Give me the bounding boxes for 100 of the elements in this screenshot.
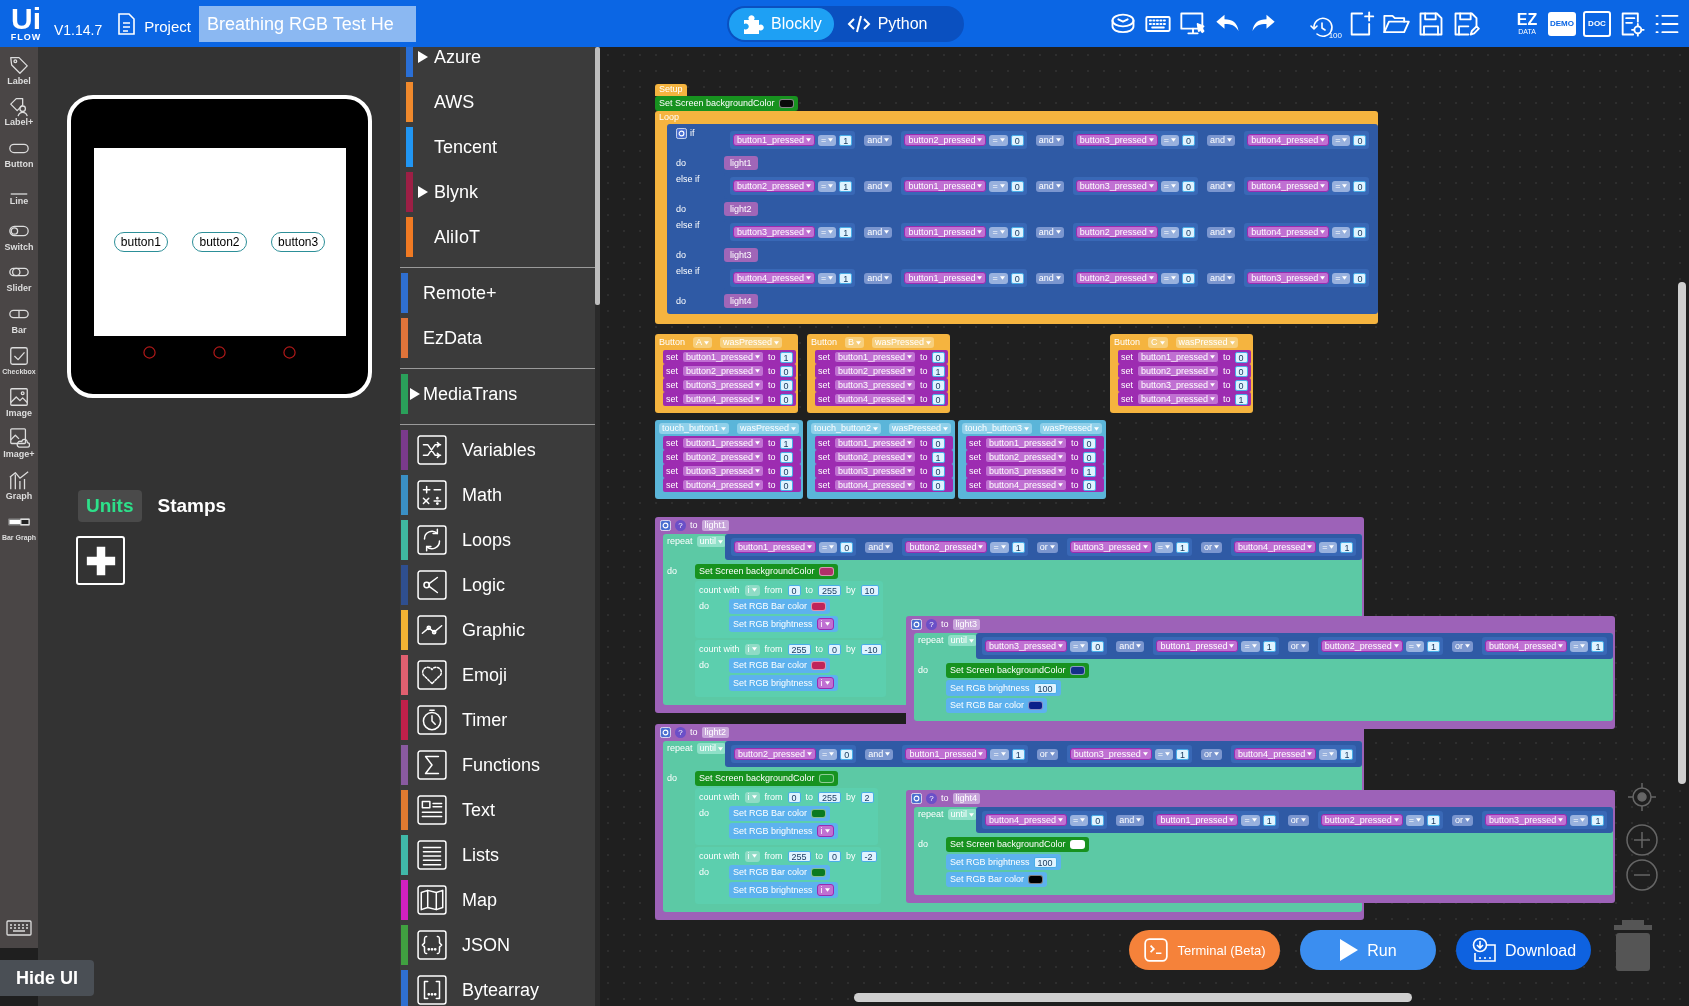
variable-block[interactable]: button1_pressed: [834, 437, 917, 449]
run-button[interactable]: Run: [1300, 930, 1436, 970]
gear-icon[interactable]: [911, 619, 922, 630]
color-swatch[interactable]: [811, 602, 827, 611]
logic-operator-dropdown[interactable]: and: [864, 180, 893, 192]
variable-block[interactable]: button2_pressed: [834, 451, 917, 463]
operator-dropdown[interactable]: =: [1405, 640, 1425, 652]
number-field[interactable]: 1: [1011, 748, 1025, 760]
number-field[interactable]: 1: [839, 226, 853, 238]
category-item[interactable]: Math: [400, 472, 595, 518]
number-field[interactable]: 0: [1082, 479, 1096, 491]
number-field[interactable]: 0: [1082, 451, 1096, 463]
logic-operator-dropdown[interactable]: and: [864, 226, 893, 238]
number-field[interactable]: 0: [779, 365, 793, 377]
operator-dropdown[interactable]: =: [1154, 748, 1174, 760]
number-field[interactable]: 0: [779, 393, 793, 405]
variable-block[interactable]: button3_pressed: [1075, 180, 1158, 192]
variable-block[interactable]: button4_pressed: [834, 479, 917, 491]
variable-block[interactable]: button2_pressed: [1320, 814, 1403, 826]
variable-block[interactable]: button4_pressed: [834, 393, 917, 405]
add-unit-button[interactable]: [76, 536, 125, 585]
number-field[interactable]: 1: [1262, 640, 1276, 652]
widget-tool[interactable]: Line: [0, 173, 38, 215]
widget-tool[interactable]: Button: [0, 132, 38, 174]
download-button[interactable]: Download: [1456, 930, 1591, 970]
category-item[interactable]: Bytearray: [400, 967, 595, 1006]
vertical-scrollbar[interactable]: [1678, 282, 1686, 784]
widget-tool[interactable]: Switch: [0, 215, 38, 257]
operator-dropdown[interactable]: =: [1160, 272, 1180, 284]
number-field[interactable]: -10: [860, 643, 882, 655]
operator-dropdown[interactable]: =: [989, 180, 1008, 192]
gear-icon[interactable]: [676, 128, 687, 139]
logic-operator-dropdown[interactable]: and: [1116, 814, 1145, 826]
number-field[interactable]: 0: [779, 379, 793, 391]
variable-block[interactable]: button3_pressed: [1247, 272, 1330, 284]
number-field[interactable]: 0: [1353, 272, 1367, 284]
number-field[interactable]: 0: [931, 479, 945, 491]
logic-operator-dropdown[interactable]: and: [1207, 180, 1236, 192]
logic-operator-dropdown[interactable]: and: [865, 748, 894, 760]
color-swatch[interactable]: [811, 868, 827, 877]
number-field[interactable]: 0: [1091, 814, 1105, 826]
variable-block[interactable]: button4_pressed: [1485, 640, 1568, 652]
operator-dropdown[interactable]: =: [1319, 541, 1338, 553]
variable-block[interactable]: button1_pressed: [905, 748, 988, 760]
widget-tool[interactable]: Image+: [0, 422, 38, 464]
logic-operator-dropdown[interactable]: and: [1207, 272, 1236, 284]
variable-block[interactable]: button1_pressed: [985, 437, 1068, 449]
operator-dropdown[interactable]: =: [819, 541, 838, 553]
event-dropdown[interactable]: wasPressed: [889, 423, 952, 434]
mode-tab[interactable]: Blockly: [729, 7, 834, 40]
operator-dropdown[interactable]: =: [1332, 180, 1351, 192]
category-item[interactable]: Lists: [400, 832, 595, 878]
operator-dropdown[interactable]: =: [1160, 134, 1180, 146]
variable-block[interactable]: button2_pressed: [1075, 226, 1158, 238]
variable-block[interactable]: button3_pressed: [1137, 379, 1220, 391]
variable-block[interactable]: button3_pressed: [682, 379, 765, 391]
expand-arrow-icon[interactable]: [418, 186, 428, 198]
operator-dropdown[interactable]: =: [1241, 814, 1260, 826]
operator-dropdown[interactable]: =: [989, 272, 1008, 284]
zoom-out-icon[interactable]: [1626, 859, 1658, 891]
scrollbar-thumb[interactable]: [595, 47, 600, 305]
number-field[interactable]: 1: [779, 351, 793, 363]
color-swatch[interactable]: [811, 661, 827, 670]
variable-block[interactable]: i: [816, 618, 834, 630]
number-field[interactable]: 1: [1011, 541, 1025, 553]
source-dropdown[interactable]: touch_button2: [811, 423, 882, 434]
variable-block[interactable]: button3_pressed: [1069, 748, 1152, 760]
number-field[interactable]: 0: [1010, 134, 1024, 146]
number-field[interactable]: 255: [818, 584, 842, 596]
name-field[interactable]: light4: [952, 793, 981, 804]
terminal-button[interactable]: Terminal (Beta): [1129, 930, 1280, 970]
variable-block[interactable]: button2_pressed: [734, 748, 817, 760]
call-block[interactable]: light1: [724, 156, 758, 170]
variable-block[interactable]: button3_pressed: [834, 465, 917, 477]
variable-block[interactable]: button1_pressed: [904, 272, 987, 284]
color-swatch[interactable]: [818, 774, 834, 783]
category-item[interactable]: JSON: [400, 922, 595, 968]
widget-tool[interactable]: Slider: [0, 256, 38, 298]
number-field[interactable]: 1: [839, 272, 853, 284]
name-field[interactable]: light2: [701, 727, 730, 738]
expand-arrow-icon[interactable]: [418, 51, 428, 63]
number-field[interactable]: 1: [1427, 814, 1441, 826]
number-field[interactable]: 1: [1176, 748, 1190, 760]
variable-block[interactable]: button1_pressed: [734, 541, 817, 553]
help-icon[interactable]: ?: [675, 520, 686, 531]
operator-dropdown[interactable]: =: [990, 748, 1009, 760]
widget-tool[interactable]: Label: [0, 49, 38, 91]
color-swatch[interactable]: [1028, 875, 1044, 884]
hide-ui-button[interactable]: Hide UI: [0, 960, 94, 996]
number-field[interactable]: 0: [1182, 180, 1196, 192]
number-field[interactable]: 1: [1234, 393, 1248, 405]
category-item[interactable]: Timer: [400, 697, 595, 743]
number-field[interactable]: 1: [931, 365, 945, 377]
number-field[interactable]: 0: [931, 379, 945, 391]
color-swatch[interactable]: [818, 567, 834, 576]
operator-dropdown[interactable]: =: [1319, 748, 1338, 760]
variable-block[interactable]: button3_pressed: [1069, 541, 1152, 553]
widget-tool[interactable]: Image: [0, 381, 38, 423]
number-field[interactable]: 0: [828, 643, 842, 655]
variable-block[interactable]: button3_pressed: [733, 226, 816, 238]
